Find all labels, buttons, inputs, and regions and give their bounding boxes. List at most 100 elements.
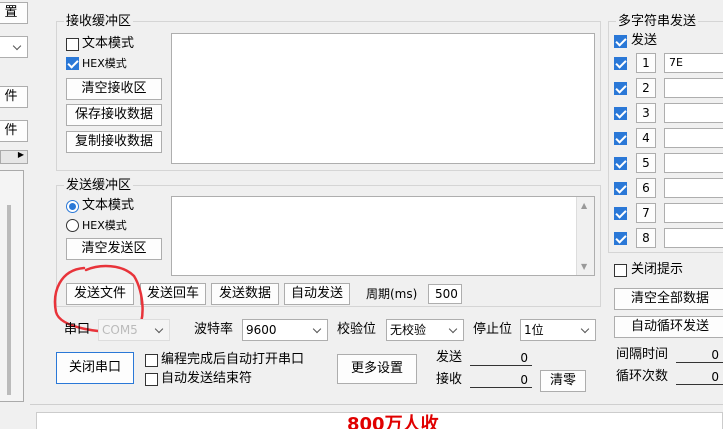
- close-port-button[interactable]: 关闭串口: [56, 352, 134, 384]
- send-data-button[interactable]: 发送数据: [211, 283, 279, 305]
- left-item-a-button[interactable]: 件: [0, 86, 28, 108]
- multi-row-checkbox[interactable]: [614, 107, 627, 120]
- multi-send-checkbox[interactable]: [614, 35, 627, 48]
- receive-text-mode-checkbox[interactable]: [66, 38, 79, 51]
- chevron-down-icon: [151, 320, 169, 340]
- save-receive-button[interactable]: 保存接收数据: [66, 104, 162, 126]
- parity-select-value: 无校验: [390, 323, 427, 337]
- send-textarea[interactable]: ▲ ▼: [171, 196, 595, 276]
- stop-select-value: 1位: [524, 323, 544, 337]
- multi-row-input[interactable]: [664, 203, 723, 223]
- loop-field[interactable]: 0: [676, 369, 723, 385]
- left-list-panel: [0, 170, 24, 402]
- recv-count-field: 0: [470, 372, 532, 388]
- more-settings-button[interactable]: 更多设置: [337, 354, 417, 384]
- left-item-b-button[interactable]: 件: [0, 120, 28, 142]
- baud-select[interactable]: 9600: [242, 319, 328, 341]
- multi-row-send-button[interactable]: 6: [636, 178, 656, 198]
- auto-loop-label: 自动循环发送: [630, 319, 709, 334]
- period-input[interactable]: 500: [428, 284, 462, 304]
- left-top-label: 置: [4, 5, 18, 20]
- parity-select[interactable]: 无校验: [386, 319, 464, 341]
- auto-open-checkbox[interactable]: [145, 354, 158, 367]
- close-port-label: 关闭串口: [68, 360, 121, 375]
- clear-counts-label: 清零: [549, 373, 576, 388]
- multi-row-send-button[interactable]: 7: [636, 203, 656, 223]
- receive-textarea[interactable]: [171, 33, 595, 164]
- multi-row-input[interactable]: [664, 103, 723, 123]
- baud-label: 波特率: [194, 322, 234, 337]
- scroll-up-icon[interactable]: ▲: [581, 201, 587, 210]
- port-label: 串口: [64, 322, 91, 337]
- auto-send-label: 自动发送: [290, 286, 343, 301]
- multi-row-input[interactable]: [664, 228, 723, 248]
- recv-count-label: 接收: [436, 372, 463, 387]
- port-select-value: COM5: [102, 323, 138, 337]
- stop-select[interactable]: 1位: [520, 319, 596, 341]
- multi-row-send-button[interactable]: 2: [636, 78, 656, 98]
- clear-counts-button[interactable]: 清零: [540, 370, 586, 392]
- clear-send-label: 清空发送区: [81, 241, 147, 256]
- more-settings-label: 更多设置: [350, 361, 403, 376]
- receive-text-mode-label: 文本模式: [82, 36, 135, 51]
- receive-hex-mode-label: HEX模式: [82, 57, 127, 70]
- left-scroll-arrows[interactable]: ▶: [0, 150, 28, 164]
- send-count-field: 0: [470, 350, 532, 366]
- send-text-mode-radio[interactable]: [66, 200, 79, 213]
- multi-row-checkbox[interactable]: [614, 232, 627, 245]
- multi-row-checkbox[interactable]: [614, 157, 627, 170]
- scroll-down-icon[interactable]: ▼: [581, 262, 587, 271]
- close-tip-checkbox[interactable]: [614, 264, 627, 277]
- interval-label: 间隔时间: [616, 347, 669, 362]
- left-item-b-label: 件: [4, 123, 18, 138]
- auto-send-button[interactable]: 自动发送: [284, 283, 350, 305]
- multi-row-checkbox[interactable]: [614, 132, 627, 145]
- left-combo[interactable]: [0, 36, 28, 58]
- multi-row-send-button[interactable]: 3: [636, 103, 656, 123]
- multi-row-input[interactable]: [664, 128, 723, 148]
- copy-receive-label: 复制接收数据: [74, 134, 153, 149]
- copy-receive-button[interactable]: 复制接收数据: [66, 131, 162, 153]
- multi-send-title: 多字符串发送: [616, 14, 699, 30]
- footer-banner: 800万人收: [36, 412, 723, 429]
- send-count-value: 0: [520, 351, 528, 365]
- multi-row-send-button[interactable]: 1: [636, 53, 656, 73]
- send-hex-mode-radio[interactable]: [66, 219, 79, 232]
- baud-select-value: 9600: [246, 323, 277, 337]
- auto-open-label: 编程完成后自动打开串口: [161, 352, 305, 367]
- multi-row-send-button[interactable]: 4: [636, 128, 656, 148]
- clear-all-label: 清空全部数据: [630, 291, 709, 306]
- send-buffer-title: 发送缓冲区: [64, 178, 134, 194]
- auto-end-label: 自动发送结束符: [161, 371, 253, 386]
- multi-row-send-button[interactable]: 5: [636, 153, 656, 173]
- multi-row-checkbox[interactable]: [614, 82, 627, 95]
- multi-row-input[interactable]: [664, 78, 723, 98]
- clear-receive-button[interactable]: 清空接收区: [66, 78, 162, 100]
- multi-row-checkbox[interactable]: [614, 207, 627, 220]
- multi-row-input[interactable]: 7E: [664, 53, 723, 73]
- multi-row-input[interactable]: [664, 153, 723, 173]
- parity-label: 校验位: [337, 322, 377, 337]
- left-list-scrollbar[interactable]: [7, 205, 11, 395]
- multi-row-input[interactable]: [664, 178, 723, 198]
- auto-loop-button[interactable]: 自动循环发送: [614, 316, 723, 338]
- auto-end-checkbox[interactable]: [145, 373, 158, 386]
- send-count-label: 发送: [436, 350, 463, 365]
- multi-row-checkbox[interactable]: [614, 57, 627, 70]
- clear-all-button[interactable]: 清空全部数据: [614, 288, 723, 310]
- chevron-down-icon: [9, 37, 27, 57]
- period-value: 500: [435, 287, 458, 301]
- multi-send-label: 发送: [631, 33, 658, 48]
- send-text-mode-label: 文本模式: [82, 198, 135, 213]
- clear-send-button[interactable]: 清空发送区: [66, 238, 162, 260]
- receive-hex-mode-checkbox[interactable]: [66, 57, 79, 70]
- receive-buffer-title: 接收缓冲区: [64, 14, 134, 30]
- send-textarea-scrollbar[interactable]: ▲ ▼: [576, 197, 594, 275]
- left-top-button[interactable]: 置: [0, 2, 28, 24]
- interval-field[interactable]: 0: [676, 347, 723, 363]
- chevron-down-icon: [309, 320, 327, 340]
- footer-divider: [30, 404, 723, 405]
- multi-row-checkbox[interactable]: [614, 182, 627, 195]
- port-select[interactable]: COM5: [98, 319, 170, 341]
- multi-row-send-button[interactable]: 8: [636, 228, 656, 248]
